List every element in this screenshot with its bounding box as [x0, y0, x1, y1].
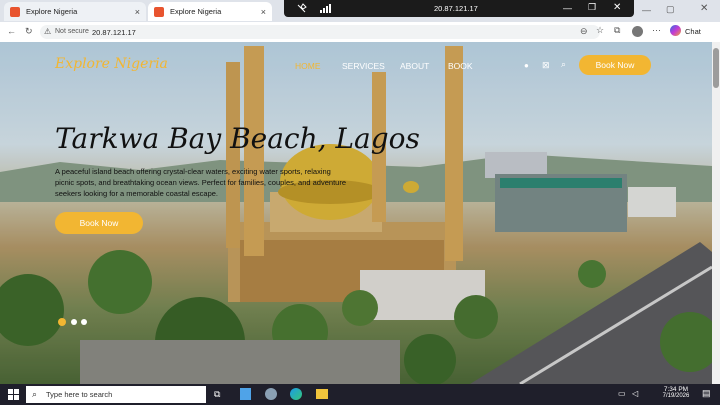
taskbar-search-placeholder[interactable]: Type here to search — [46, 390, 112, 399]
favorite-star-icon[interactable]: ☆ — [596, 26, 604, 35]
browser-toolbar: ← ↻ ⚠ Not secure 20.87.121.17 ⊖ ☆ ⧉ ⋯ Ch… — [0, 22, 720, 43]
profile-avatar[interactable] — [632, 26, 643, 37]
taskbar-clock[interactable]: 7:34 PM 7/19/2026 — [660, 386, 692, 399]
nav-home[interactable]: HOME — [295, 61, 321, 71]
copilot-icon[interactable] — [670, 25, 681, 36]
remote-close-icon[interactable]: ✕ — [613, 2, 621, 13]
tab-title: Explore Nigeria — [26, 7, 78, 16]
taskbar-date: 7/19/2026 — [662, 393, 690, 399]
tab-title: Explore Nigeria — [170, 7, 222, 16]
search-icon: ⌕ — [32, 389, 38, 399]
notification-icon[interactable]: ▤ — [702, 388, 711, 399]
minimize-icon[interactable]: — — [642, 6, 651, 15]
site-logo[interactable]: Explore Nigeria — [55, 56, 168, 72]
nav-book[interactable]: BOOK — [448, 61, 473, 71]
speaker-icon[interactable]: ◁ — [632, 389, 638, 398]
warning-icon: ⚠ — [44, 27, 52, 36]
carousel-dot[interactable] — [71, 319, 77, 325]
user-icon[interactable]: ● — [524, 61, 529, 70]
refresh-icon[interactable]: ↻ — [25, 27, 33, 36]
carousel-dot[interactable] — [81, 319, 87, 325]
tab-explore-nigeria-1[interactable]: Explore Nigeria × — [4, 2, 146, 21]
taskbar-search-box[interactable]: ⌕ Type here to search — [26, 386, 206, 403]
file-app-icon[interactable] — [240, 388, 251, 400]
book-now-nav-button[interactable]: Book Now — [579, 55, 651, 75]
cart-icon[interactable]: ⊠ — [542, 60, 550, 71]
address-bar[interactable]: ⚠ Not secure 20.87.121.17 — [40, 25, 600, 39]
tab-close-icon[interactable]: × — [261, 7, 266, 17]
tab-close-icon[interactable]: × — [135, 7, 140, 17]
task-view-icon[interactable]: ⧉ — [214, 389, 220, 400]
read-aloud-icon[interactable]: ⊖ — [580, 27, 588, 36]
settings-gear-icon[interactable] — [265, 388, 277, 400]
more-icon[interactable]: ⋯ — [652, 26, 661, 35]
back-icon[interactable]: ← — [7, 27, 16, 36]
security-status[interactable]: Not secure — [55, 28, 89, 35]
nav-about[interactable]: ABOUT — [400, 61, 429, 71]
page-favicon-icon — [154, 6, 164, 17]
taskbar-time: 7:34 PM — [663, 386, 689, 393]
edge-browser-icon[interactable] — [290, 388, 302, 400]
remote-connection-bar: 20.87.121.17 — ❐ ✕ — [284, 0, 634, 17]
close-window-icon[interactable]: ✕ — [700, 4, 708, 14]
url-text[interactable]: 20.87.121.17 — [92, 28, 136, 37]
carousel-dot-active[interactable] — [58, 318, 66, 326]
hero-section: Explore Nigeria HOME SERVICES ABOUT BOOK… — [0, 42, 712, 384]
signal-strength-icon[interactable] — [320, 4, 332, 13]
network-icon[interactable]: ▭ — [618, 389, 626, 398]
windows-start-icon[interactable] — [8, 389, 19, 400]
remote-minimize-icon[interactable]: — — [563, 3, 572, 13]
hero-title: Tarkwa Bay Beach, Lagos — [55, 122, 420, 155]
tab-explore-nigeria-2[interactable]: Explore Nigeria × — [148, 2, 272, 21]
remote-host-address: 20.87.121.17 — [434, 4, 478, 13]
remote-restore-icon[interactable]: ❐ — [588, 2, 596, 13]
search-icon[interactable]: ⌕ — [561, 59, 566, 70]
hero-book-now-button[interactable]: Book Now — [55, 212, 143, 234]
page-favicon-icon — [10, 6, 20, 17]
nav-services[interactable]: SERVICES — [342, 61, 385, 71]
taskbar: ⌕ Type here to search ⧉ ▭ ◁ 7:34 PM 7/19… — [0, 384, 720, 405]
chat-label[interactable]: Chat — [685, 27, 701, 36]
maximize-icon[interactable]: ▢ — [666, 5, 675, 14]
file-explorer-icon[interactable] — [316, 389, 328, 399]
page-scrollbar[interactable] — [712, 42, 720, 384]
hero-description: A peaceful island beach offering crystal… — [55, 167, 346, 198]
scrollbar-thumb[interactable] — [713, 48, 719, 88]
collections-icon[interactable]: ⧉ — [614, 26, 620, 35]
pin-off-icon[interactable] — [296, 3, 307, 14]
